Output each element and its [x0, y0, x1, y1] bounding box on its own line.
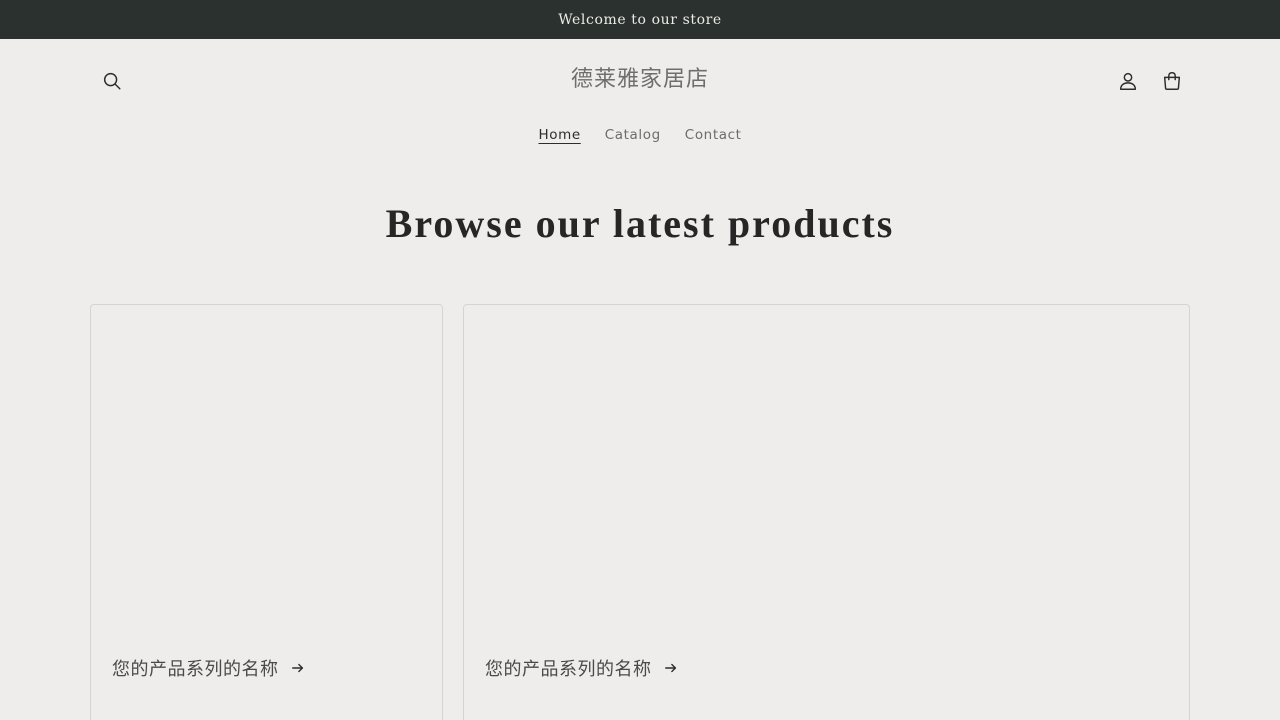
search-icon [103, 72, 121, 90]
store-logo[interactable]: 德莱雅家居店 [440, 61, 840, 97]
nav-item-catalog[interactable]: Catalog [605, 127, 661, 143]
main-nav: Home Catalog Contact [0, 119, 1280, 151]
announcement-bar: Welcome to our store [0, 0, 1280, 39]
account-icon [1119, 72, 1137, 90]
collection-card-label: 您的产品系列的名称 [485, 659, 652, 680]
collection-card[interactable]: 您的产品系列的名称 [90, 304, 443, 720]
announcement-text: Welcome to our store [558, 11, 722, 28]
account-button[interactable] [1112, 65, 1144, 97]
nav-item-contact[interactable]: Contact [685, 127, 742, 143]
collection-card[interactable]: 您的产品系列的名称 [463, 304, 1190, 720]
nav-item-home[interactable]: Home [538, 127, 580, 143]
site-header: 德莱雅家居店 [0, 39, 1280, 119]
arrow-right-icon [664, 663, 676, 673]
arrow-right-icon [291, 663, 303, 673]
search-button[interactable] [96, 65, 128, 97]
collection-card-label: 您的产品系列的名称 [112, 659, 279, 680]
cart-button[interactable] [1156, 65, 1188, 97]
collection-card-title[interactable]: 您的产品系列的名称 [485, 655, 678, 681]
cart-icon [1163, 72, 1181, 90]
section-heading: Browse our latest products [385, 201, 895, 246]
collection-card-title[interactable]: 您的产品系列的名称 [112, 655, 305, 681]
